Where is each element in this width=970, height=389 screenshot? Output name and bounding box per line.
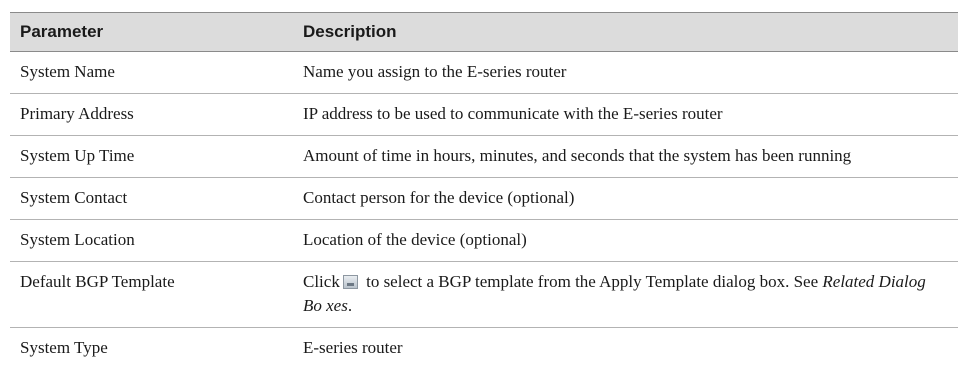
description-cell: Location of the device (optional) [296,219,958,262]
description-text-before: Click [303,272,340,291]
table-row: Primary Address IP address to be used to… [10,93,958,136]
parameter-cell: System Name [10,51,296,94]
column-header-parameter: Parameter [10,12,296,52]
table-row: System Location Location of the device (… [10,219,958,262]
parameter-cell: System Contact [10,177,296,220]
column-header-description: Description [296,12,958,52]
parameter-cell: Default BGP Template [10,261,296,328]
description-cell: Name you assign to the E-series router [296,51,958,94]
description-cell: Click to select a BGP template from the … [296,261,958,328]
parameter-cell: System Location [10,219,296,262]
table-row: System Up Time Amount of time in hours, … [10,135,958,178]
description-text-end: . [347,296,353,315]
table-header-row: Parameter Description [10,12,958,52]
table-row: System Contact Contact person for the de… [10,177,958,220]
description-cell: Amount of time in hours, minutes, and se… [296,135,958,178]
parameter-table: Parameter Description System Name Name y… [10,12,958,362]
description-cell: IP address to be used to communicate wit… [296,93,958,136]
parameter-cell: Primary Address [10,93,296,136]
table-row: System Type E-series router [10,328,958,363]
table-row: System Name Name you assign to the E-ser… [10,51,958,94]
parameter-cell: System Up Time [10,135,296,178]
description-text-after: to select a BGP template from the Apply … [361,272,823,291]
browse-button-icon [342,275,358,289]
parameter-cell: System Type [20,338,108,357]
description-cell: Contact person for the device (optional) [296,177,958,220]
description-cell: E-series router [303,338,403,357]
table-row: Default BGP Template Click to select a B… [10,261,958,328]
